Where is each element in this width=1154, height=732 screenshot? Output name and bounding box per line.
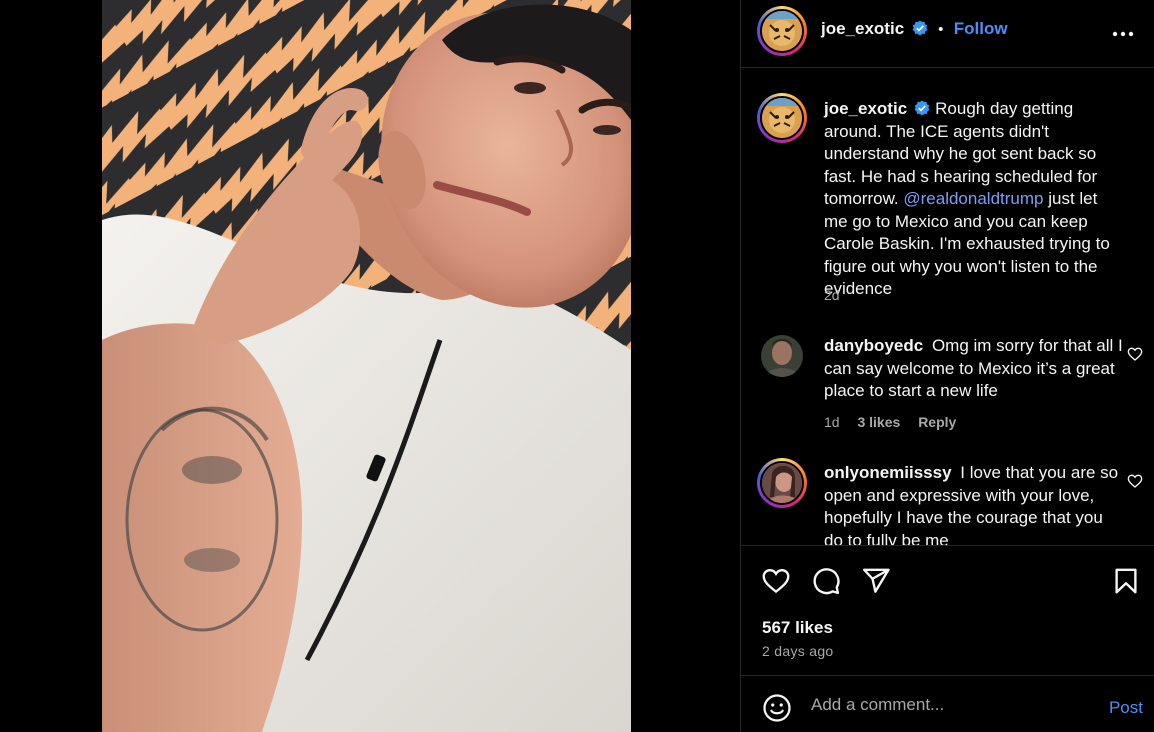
post-media-pane	[0, 0, 740, 732]
comment-icon[interactable]	[811, 566, 841, 596]
emoji-icon[interactable]	[762, 693, 792, 723]
post-header: joe_exotic • Follow	[741, 0, 1154, 68]
commenter-avatar[interactable]	[757, 458, 807, 508]
header-separator: •	[938, 21, 944, 38]
small-heart-icon[interactable]	[1127, 346, 1143, 362]
post-side-panel: joe_exotic • Follow joe_exotic Rough day…	[740, 0, 1154, 732]
share-icon[interactable]	[861, 566, 891, 596]
comment-reply-button[interactable]: Reply	[918, 414, 956, 430]
like-heart-icon[interactable]	[761, 566, 791, 596]
comment-text: danyboyedc Omg im sorry for that all I c…	[824, 335, 1124, 403]
comments-list[interactable]: joe_exotic Rough day getting around. The …	[741, 69, 1154, 545]
verified-badge-icon	[912, 20, 928, 36]
photo-illustration	[102, 0, 631, 732]
comment-text: onlyonemiisssy I love that you are so op…	[824, 462, 1124, 545]
author-avatar[interactable]	[757, 6, 807, 56]
post-comment-button[interactable]: Post	[1109, 698, 1143, 718]
follow-button[interactable]: Follow	[954, 19, 1008, 38]
post-timestamp[interactable]: 2 days ago	[762, 643, 834, 659]
comment-age[interactable]: 1d	[824, 414, 840, 430]
caption-age[interactable]: 2d	[824, 287, 840, 303]
save-bookmark-icon[interactable]	[1111, 566, 1141, 596]
tiger-avatar-image	[762, 11, 802, 51]
post-photo[interactable]	[102, 0, 631, 732]
caption-mention-link[interactable]: @realdonaldtrump	[903, 189, 1043, 208]
comment-username[interactable]: danyboyedc	[824, 336, 923, 355]
commenter-avatar[interactable]	[761, 335, 803, 377]
commenter-avatar-image	[761, 335, 803, 377]
caption-author-avatar[interactable]	[757, 93, 807, 143]
verified-badge-icon	[914, 100, 930, 116]
comment-meta: 1d 3 likes Reply	[824, 414, 970, 430]
more-options-icon[interactable]	[1111, 22, 1135, 46]
commenter-avatar-image	[762, 463, 802, 503]
caption-text: joe_exotic Rough day getting around. The …	[824, 98, 1124, 301]
comment-likes-count[interactable]: 3 likes	[857, 414, 900, 430]
tiger-avatar-image	[762, 98, 802, 138]
post-actions-bar: 567 likes 2 days ago	[741, 545, 1154, 675]
author-username[interactable]: joe_exotic	[821, 19, 904, 38]
caption-username[interactable]: joe_exotic	[824, 99, 907, 118]
post-likes-count[interactable]: 567 likes	[762, 618, 833, 638]
comment-username[interactable]: onlyonemiisssy	[824, 463, 952, 482]
caption-meta: 2d	[824, 287, 854, 303]
add-comment-input[interactable]	[811, 690, 1081, 720]
small-heart-icon[interactable]	[1127, 473, 1143, 489]
add-comment-bar: Post	[741, 675, 1154, 732]
